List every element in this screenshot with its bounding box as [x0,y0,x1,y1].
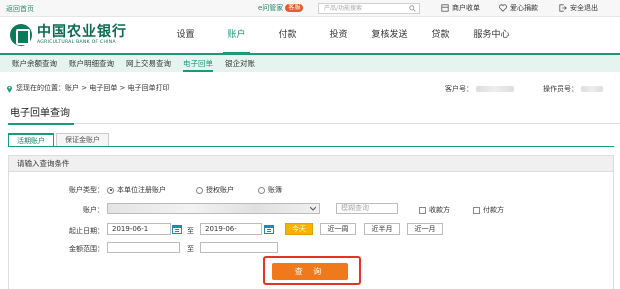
nav-review-send[interactable]: 复核发送 [364,17,415,55]
donation-link[interactable]: 爱心捐款 [499,3,538,13]
radio-own-account-label: 本单位注册账户 [117,186,166,194]
radio-authorized-account-label: 授权账户 [206,186,234,194]
query-panel-title: 请输入查询条件 [9,156,613,172]
search-icon[interactable] [409,5,416,12]
query-button[interactable]: 查 询 [272,263,348,280]
radio-own-account[interactable]: 本单位注册账户 [107,185,166,195]
merchant-acquiring-label: 商户收单 [452,4,480,12]
page-title-bar: 电子回单查询 [8,104,620,125]
account-type-label: 账户类型： [69,186,104,194]
customer-number-redacted [476,86,514,92]
radio-authorized-account[interactable]: 授权账户 [196,185,234,195]
checkbox-payee[interactable]: 收款方 [419,205,450,215]
abc-logo-icon [10,24,32,46]
calendar-icon[interactable] [264,224,274,234]
page-title: 电子回单查询 [8,104,74,125]
top-utility-bar: 返回首页 e问管家 客服 产品/功能搜索 商户收单 爱心捐款 安全退出 [0,0,620,17]
breadcrumb-row: 您现在的位置：账户 > 电子回单 > 电子回单打印 客户号： 操作员号： [0,82,620,96]
end-date-input[interactable]: 2019-06- [200,223,262,235]
customer-number-label: 客户号： [445,85,473,93]
product-search-input[interactable]: 产品/功能搜索 [318,3,420,14]
account-tabs: 活期账户 保证金账户 [8,133,614,147]
tab-deposit-account[interactable]: 保证金账户 [56,133,109,146]
bank-logo[interactable]: 中国农业银行 AGRICULTURAL BANK OF CHINA [10,24,127,46]
subnav-online-trade-query[interactable]: 网上交易查询 [120,55,177,72]
bank-name-en: AGRICULTURAL BANK OF CHINA [37,40,116,45]
account-select[interactable] [107,203,320,214]
checkbox-payee-label: 收款方 [429,206,450,214]
nav-invest[interactable]: 投资 [313,17,364,55]
amount-to-separator: 至 [187,245,194,253]
subnav-detail-query[interactable]: 账户明细查询 [63,55,120,72]
location-pin-icon [6,85,13,93]
nav-payment[interactable]: 付款 [262,17,313,55]
back-home-link[interactable]: 返回首页 [6,4,34,14]
checkbox-payer-label: 付款方 [483,206,504,214]
breadcrumb: 您现在的位置：账户 > 电子回单 > 电子回单打印 [6,83,170,93]
radio-ledger-label: 账簿 [268,186,282,194]
checkbox-payer-box[interactable] [473,206,480,214]
radio-own-account-dot[interactable] [107,186,114,194]
amount-min-input[interactable] [107,242,180,253]
donation-label: 爱心捐款 [510,4,538,12]
radio-ledger[interactable]: 账簿 [258,185,282,195]
subnav-balance-query[interactable]: 账户余额查询 [6,55,63,72]
merchant-acquiring-link[interactable]: 商户收单 [441,3,480,13]
main-header: 中国农业银行 AGRICULTURAL BANK OF CHINA 设置 账户 … [0,17,620,55]
last-week-button[interactable]: 近一周 [320,223,356,235]
emanager-link[interactable]: e问管家 客服 [258,3,304,13]
logout-link[interactable]: 安全退出 [559,3,598,13]
customer-number: 客户号： [445,84,514,94]
date-range-label: 起止日期： [69,227,104,235]
heart-icon [499,4,507,12]
radio-authorized-account-dot[interactable] [196,186,203,194]
chevron-down-icon [310,206,316,211]
account-fuzzy-search-input[interactable]: 模糊查询 [336,203,398,214]
search-placeholder: 产品/功能搜索 [324,5,363,12]
account-label: 账户： [83,206,104,214]
operator-number-redacted [581,86,603,92]
bank-name-cn: 中国农业银行 [37,24,127,40]
nav-account[interactable]: 账户 [211,17,262,55]
subnav-e-receipt[interactable]: 电子回单 [177,55,219,72]
subnav-bank-reconcile[interactable]: 银企对账 [219,55,261,72]
nav-service-center[interactable]: 服务中心 [466,17,517,55]
operator-number: 操作员号： [543,84,603,94]
start-date-input[interactable]: 2019-06-1 [107,223,171,235]
amount-max-input[interactable] [200,242,278,253]
date-to-separator: 至 [187,227,194,235]
main-nav: 设置 账户 付款 投资 复核发送 贷款 服务中心 [160,17,517,55]
merchant-icon [441,4,449,12]
last-half-month-button[interactable]: 近半月 [364,223,400,235]
today-button[interactable]: 今天 [285,223,313,235]
last-month-button[interactable]: 近一月 [407,223,443,235]
sub-nav: 账户余额查询 账户明细查询 网上交易查询 电子回单 银企对账 [0,55,620,72]
checkbox-payer[interactable]: 付款方 [473,205,504,215]
checkbox-payee-box[interactable] [419,206,426,214]
logout-label: 安全退出 [570,4,598,12]
breadcrumb-text: 您现在的位置：账户 > 电子回单 > 电子回单打印 [16,84,170,92]
amount-range-label: 金额范围： [69,245,104,253]
tab-current-account[interactable]: 活期账户 [8,133,54,146]
operator-number-label: 操作员号： [543,85,578,93]
emanager-label: e问管家 [258,4,284,12]
calendar-icon[interactable] [172,224,182,234]
logout-icon [559,4,567,12]
nav-loan[interactable]: 贷款 [415,17,466,55]
emanager-badge: 客服 [285,4,304,12]
radio-ledger-dot[interactable] [258,186,265,194]
nav-settings[interactable]: 设置 [160,17,211,55]
